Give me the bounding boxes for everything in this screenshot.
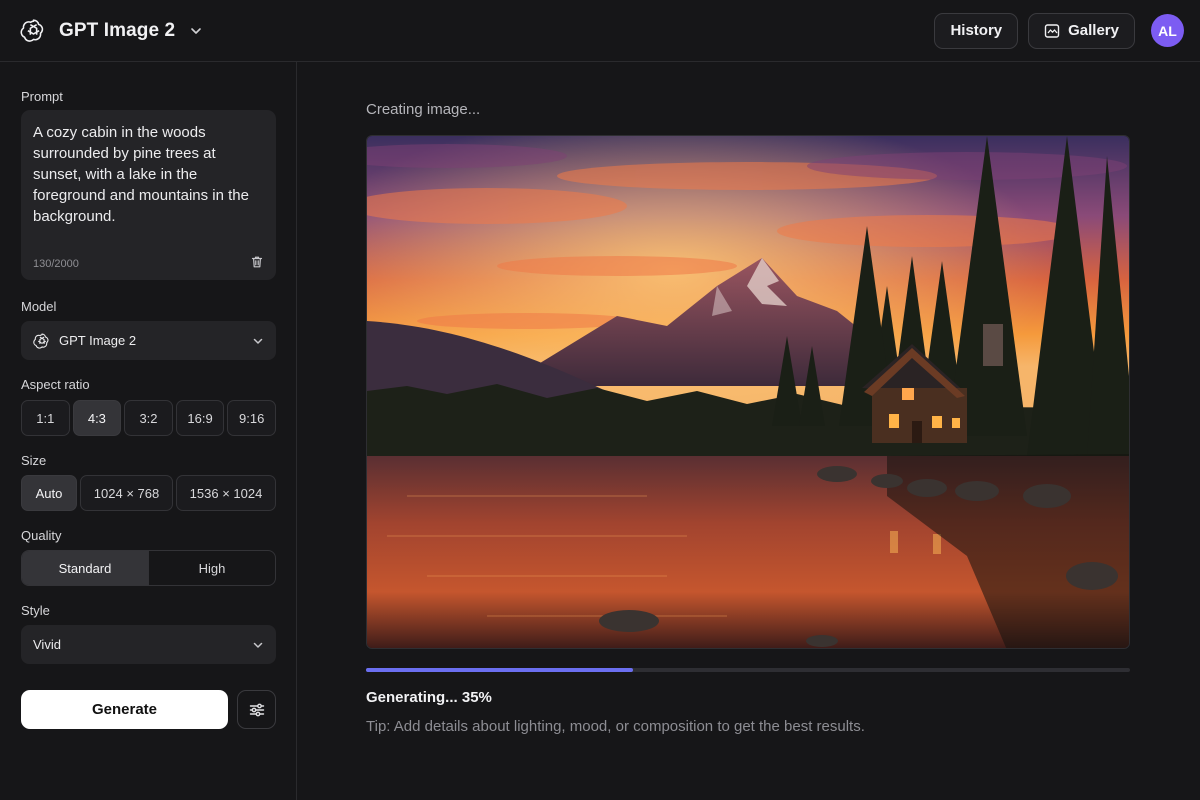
aspect-option-9-16[interactable]: 9:16 <box>227 400 276 436</box>
aspect-ratio-label: Aspect ratio <box>21 377 90 392</box>
prompt-input[interactable]: A cozy cabin in the woods surrounded by … <box>21 110 276 280</box>
app-title: GPT Image 2 <box>59 19 176 41</box>
progress-fill <box>366 668 634 672</box>
model-switcher[interactable]: GPT Image 2 <box>20 17 203 44</box>
aspect-option-16-9[interactable]: 16:9 <box>175 400 225 436</box>
generation-progress-bar <box>366 668 1130 672</box>
aspect-option-4-3[interactable]: 4:3 <box>72 400 122 436</box>
size-option-auto[interactable]: Auto <box>21 475 77 511</box>
gallery-button[interactable]: Gallery <box>1028 12 1135 49</box>
settings-sidebar: Prompt A cozy cabin in the woods surroun… <box>0 62 297 800</box>
trash-icon[interactable] <box>250 255 264 269</box>
aspect-option-1-1[interactable]: 1:1 <box>21 400 70 436</box>
aspect-option-3-2[interactable]: 3:2 <box>124 400 173 436</box>
gallery-icon <box>1044 23 1060 38</box>
model-select-value: GPT Image 2 <box>59 333 137 348</box>
char-count: 130/2000 <box>33 258 79 270</box>
aspect-ratio-selector: 1:1 4:3 3:2 16:9 9:16 <box>21 400 276 436</box>
top-bar: GPT Image 2 History Gallery AL <box>0 0 1200 62</box>
style-select[interactable]: Vivid <box>21 625 276 664</box>
quality-option-standard[interactable]: Standard <box>22 551 148 585</box>
advanced-settings-button[interactable] <box>237 690 276 729</box>
prompt-text: A cozy cabin in the woods surrounded by … <box>33 124 249 225</box>
generating-status: Generating... 35% <box>366 689 492 706</box>
openai-logo-icon <box>33 333 49 349</box>
creating-status: Creating image... <box>366 101 481 118</box>
style-label: Style <box>21 603 50 618</box>
sliders-icon <box>249 703 264 716</box>
size-option-1536x1024[interactable]: 1536 × 1024 <box>176 475 276 511</box>
quality-selector: Standard High <box>21 550 276 586</box>
sunset-cabin-image <box>367 136 1129 648</box>
chevron-down-icon <box>191 27 202 34</box>
tip-text: Tip: Add details about lighting, mood, o… <box>366 718 865 735</box>
style-select-value: Vivid <box>33 637 61 652</box>
size-selector: Auto 1024 × 768 1536 × 1024 <box>21 475 276 511</box>
generate-button[interactable]: Generate <box>21 690 228 729</box>
generated-image-preview <box>366 135 1130 649</box>
prompt-label: Prompt <box>21 89 63 104</box>
quality-option-high[interactable]: High <box>148 551 275 585</box>
history-button[interactable]: History <box>934 12 1019 49</box>
size-label: Size <box>21 453 47 468</box>
quality-label: Quality <box>21 528 62 543</box>
size-option-1024x768[interactable]: 1024 × 768 <box>80 475 173 511</box>
gallery-button-label: Gallery <box>1068 22 1119 39</box>
chevron-down-icon <box>253 642 263 648</box>
history-button-label: History <box>950 22 1003 39</box>
model-select[interactable]: GPT Image 2 <box>21 321 276 360</box>
chevron-down-icon <box>253 338 263 344</box>
model-label: Model <box>21 299 57 314</box>
openai-logo-icon <box>20 19 44 42</box>
user-avatar[interactable]: AL <box>1151 14 1184 47</box>
